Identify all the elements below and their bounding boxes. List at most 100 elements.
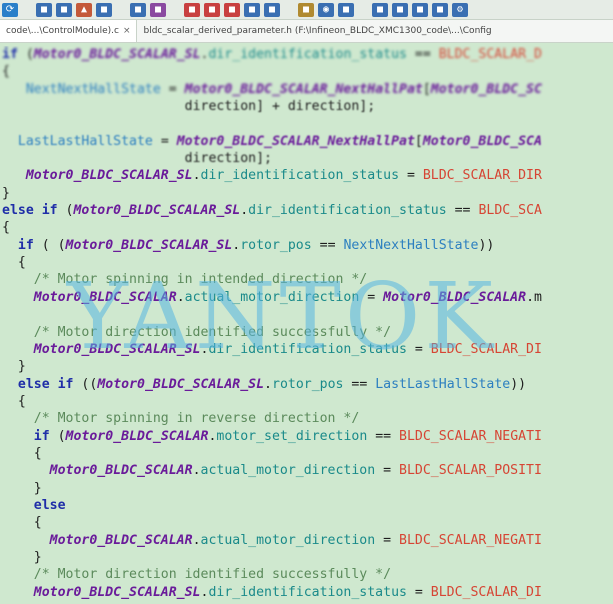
- code-token: ==: [446, 203, 479, 219]
- code-token: .: [192, 168, 201, 184]
- code-token: =: [399, 168, 423, 184]
- manage-icon[interactable]: ■: [298, 2, 314, 17]
- code-line: else if (Motor0_BLDC_SCALAR_SL.dir_ident…: [0, 202, 613, 219]
- code-token: BLDC_SCALAR_DI: [430, 584, 542, 600]
- code-line: Motor0_BLDC_SCALAR.actual_motor_directio…: [0, 289, 613, 306]
- code-line: if (Motor0_BLDC_SCALAR.motor_set_directi…: [0, 428, 613, 445]
- code-token: }: [33, 480, 42, 496]
- code-line: /* Motor direction identified successful…: [0, 324, 613, 341]
- code-token: /* Motor spinning in intended direction …: [33, 272, 368, 288]
- code-line: {: [0, 254, 613, 271]
- code-token: .: [264, 376, 272, 392]
- code-line: {: [0, 219, 613, 236]
- code-line: /* Motor spinning in intended direction …: [0, 271, 613, 288]
- refresh-icon[interactable]: ⟳: [2, 2, 18, 17]
- tab-control-module[interactable]: code\...\ControlModule).c ×: [0, 20, 138, 42]
- code-token: BLDC_SCALAR_D: [438, 47, 542, 62]
- code-token: BLDC_SCALAR_DIR: [422, 168, 542, 184]
- gear-icon[interactable]: ⚙: [452, 2, 468, 17]
- code-token: .: [192, 463, 201, 479]
- build-icon[interactable]: ▲: [76, 2, 92, 17]
- code-token: rotor_pos: [272, 376, 344, 392]
- code-token: [: [422, 81, 431, 97]
- code-token: )): [478, 237, 495, 253]
- rebuild-icon[interactable]: ■: [96, 2, 112, 17]
- code-token: {: [33, 515, 42, 531]
- code-token: ((: [81, 376, 98, 392]
- code-token: actual_motor_direction: [200, 463, 376, 479]
- code-token: }: [2, 185, 10, 201]
- code-token: =: [375, 532, 400, 548]
- code-line: }: [0, 480, 613, 497]
- code-token: dir_identification_status: [200, 168, 400, 184]
- tab-derived-parameter[interactable]: bldc_scalar_derived_parameter.h (F:\Infi…: [137, 20, 497, 42]
- code-token: (: [57, 428, 66, 444]
- code-line: [0, 306, 613, 323]
- close-icon[interactable]: ×: [123, 26, 131, 36]
- tab-label: bldc_scalar_derived_parameter.h (F:\Infi…: [143, 26, 492, 36]
- stop-icon[interactable]: ■: [150, 2, 166, 17]
- code-token: Motor0_BLDC_SCALAR_SL: [97, 376, 265, 392]
- code-line: {: [0, 514, 613, 531]
- code-token: else if: [2, 203, 66, 219]
- window-icon[interactable]: ■: [338, 2, 354, 17]
- code-line: {: [0, 393, 613, 410]
- code-token: dir_identification_status: [208, 584, 407, 600]
- code-token: .: [176, 289, 185, 305]
- code-token: Motor0_BLDC_SCA: [422, 133, 542, 149]
- code-token: [: [414, 133, 423, 149]
- code-token: }: [33, 549, 42, 565]
- code-token: dir_identification_status: [208, 341, 407, 357]
- help-icon[interactable]: ■: [432, 2, 448, 17]
- find-icon[interactable]: ◉: [318, 2, 334, 17]
- code-token: dir_identification_status: [208, 47, 407, 62]
- code-line: }: [0, 549, 613, 566]
- code-token: =: [160, 81, 185, 97]
- code-token: .: [192, 532, 201, 548]
- code-editor[interactable]: if (Motor0_BLDC_SCALAR_SL.dir_identifica…: [0, 46, 613, 604]
- code-token: =: [375, 463, 400, 479]
- batch-icon[interactable]: ■: [130, 2, 146, 17]
- code-token: LastLastHallState: [17, 133, 153, 149]
- code-line: /* Motor direction identified successful…: [0, 566, 613, 583]
- code-token: Motor0_BLDC_SCALAR_NextHallPat: [184, 81, 423, 97]
- options-icon[interactable]: ■: [264, 2, 280, 17]
- code-line: else: [0, 497, 613, 514]
- step-icon[interactable]: ■: [244, 2, 260, 17]
- pack-icon[interactable]: ■: [392, 2, 408, 17]
- save-icon[interactable]: ■: [36, 2, 52, 17]
- layout-icon[interactable]: ■: [372, 2, 388, 17]
- code-token: {: [2, 64, 10, 80]
- code-line: Motor0_BLDC_SCALAR.actual_motor_directio…: [0, 532, 613, 549]
- save-all-icon[interactable]: ■: [56, 2, 72, 17]
- breakpoint-icon[interactable]: ■: [224, 2, 240, 17]
- code-line: if (Motor0_BLDC_SCALAR_SL.dir_identifica…: [0, 46, 613, 63]
- code-token: /* Motor spinning in reverse direction *…: [33, 411, 360, 427]
- code-line: [0, 115, 613, 132]
- download-icon[interactable]: ■: [184, 2, 200, 17]
- code-line: /* Motor spinning in reverse direction *…: [0, 410, 613, 427]
- view-icon[interactable]: ■: [412, 2, 428, 17]
- code-token: .: [240, 203, 249, 219]
- debug-icon[interactable]: ■: [204, 2, 220, 17]
- code-token: Motor0_BLDC_SCALAR_SL: [33, 47, 201, 62]
- code-token: LastLastHallState: [375, 376, 511, 392]
- code-token: )): [510, 376, 527, 392]
- code-token: .m: [526, 289, 542, 305]
- code-token: BLDC_SCALAR_NEGATI: [399, 532, 542, 548]
- code-line: Motor0_BLDC_SCALAR_SL.dir_identification…: [0, 167, 613, 184]
